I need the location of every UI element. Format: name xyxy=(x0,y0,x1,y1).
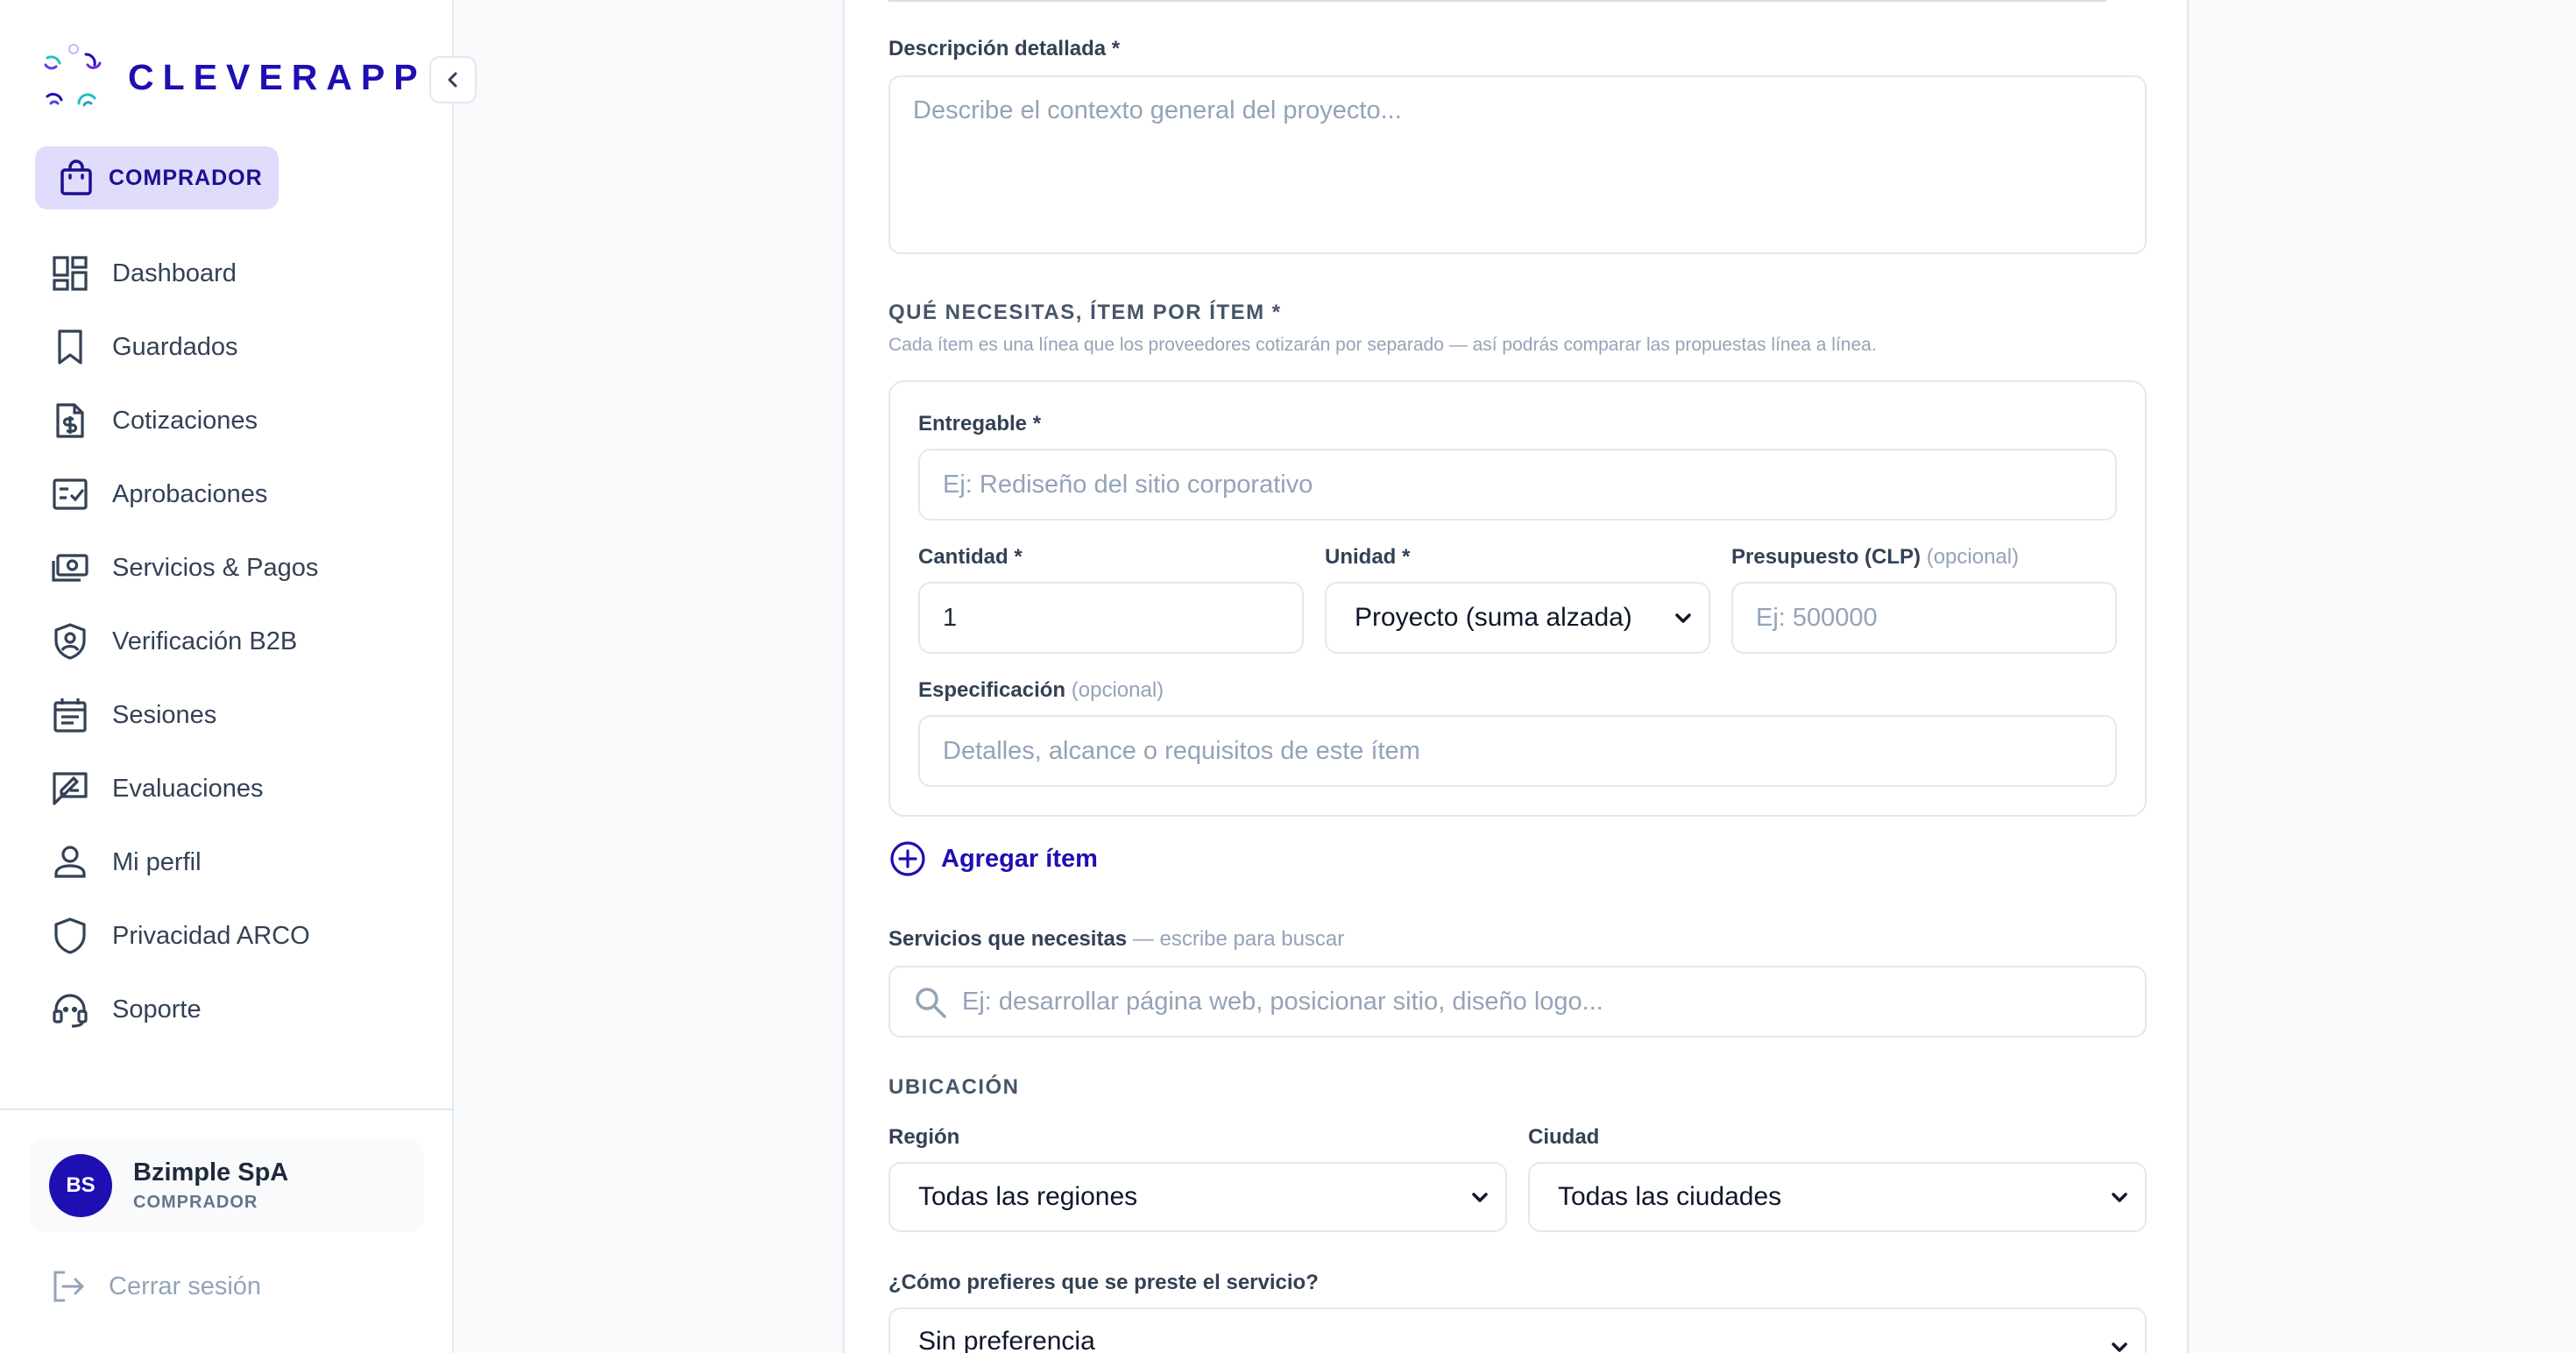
user-info: Bzimple SpA COMPRADOR xyxy=(133,1158,288,1213)
services-hint: — escribe para buscar xyxy=(1132,927,1345,951)
sidebar-item-label: Cotizaciones xyxy=(112,406,258,435)
services-label-text: Servicios que necesitas xyxy=(888,927,1128,951)
sidebar-item-aprobaciones[interactable]: Aprobaciones xyxy=(35,457,421,531)
logout-button[interactable]: Cerrar sesión xyxy=(51,1269,261,1304)
brand[interactable]: CLEVERAPP xyxy=(42,42,427,112)
sidebar-item-guardados[interactable]: Guardados xyxy=(35,310,421,384)
sidebar-item-label: Sesiones xyxy=(112,700,217,729)
user-name: Bzimple SpA xyxy=(133,1158,289,1187)
sidebar-divider xyxy=(0,1109,452,1110)
cleverapp-logo-icon xyxy=(44,44,102,107)
services-search xyxy=(888,966,2147,1038)
items-section-title: QUÉ NECESITAS, ÍTEM POR ÍTEM * xyxy=(888,301,1282,324)
location-section-title: UBICACIÓN xyxy=(888,1075,1020,1099)
sidebar-item-sesiones[interactable]: Sesiones xyxy=(35,678,421,752)
chevron-down-icon xyxy=(2112,1193,2127,1202)
sidebar-item-evaluaciones[interactable]: Evaluaciones xyxy=(35,752,421,825)
sidebar: CLEVERAPP COMPRADOR Dashboard Guardados xyxy=(0,0,454,1353)
search-icon xyxy=(916,988,946,1018)
sidebar-item-label: Mi perfil xyxy=(112,847,202,876)
brand-name: CLEVERAPP xyxy=(128,56,427,97)
sidebar-item-label: Servicios & Pagos xyxy=(112,553,319,582)
services-label: Servicios que necesitas — escribe para b… xyxy=(888,927,1344,952)
quantity-label: Cantidad * xyxy=(918,545,1023,569)
headset-icon xyxy=(53,994,88,1028)
quote-document-icon xyxy=(56,403,84,438)
user-role: COMPRADOR xyxy=(133,1193,258,1212)
description-label: Descripción detallada * xyxy=(888,37,1121,60)
description-textarea[interactable] xyxy=(888,75,2147,254)
region-select[interactable]: Todas las regiones xyxy=(888,1162,1507,1232)
sidebar-item-label: Aprobaciones xyxy=(112,479,268,508)
region-label: Región xyxy=(888,1125,960,1149)
logout-label: Cerrar sesión xyxy=(109,1272,262,1300)
dashboard-icon xyxy=(53,256,88,291)
sidebar-item-label: Evaluaciones xyxy=(112,774,264,803)
add-item-button[interactable]: Agregar ítem xyxy=(888,839,1098,878)
services-search-input[interactable] xyxy=(888,966,2147,1038)
city-select[interactable]: Todas las ciudades xyxy=(1528,1162,2147,1232)
bookmark-icon xyxy=(58,329,82,365)
sidebar-item-label: Dashboard xyxy=(112,259,237,287)
sidebar-item-label: Guardados xyxy=(112,332,238,361)
quantity-input[interactable] xyxy=(918,582,1304,654)
deliverable-label: Entregable * xyxy=(918,412,1042,436)
chevron-down-icon xyxy=(1472,1193,1488,1202)
spec-input[interactable] xyxy=(918,715,2117,787)
budget-label: Presupuesto (CLP) (opcional) xyxy=(1731,545,2019,570)
sidebar-item-soporte[interactable]: Soporte xyxy=(35,973,421,1046)
calendar-icon xyxy=(53,698,87,733)
items-section-subtitle: Cada ítem es una línea que los proveedor… xyxy=(888,335,1877,355)
chevron-left-icon xyxy=(448,72,457,88)
sidebar-nav: Dashboard Guardados Cotizaciones Aprobac… xyxy=(35,237,421,1046)
sidebar-item-label: Soporte xyxy=(112,995,202,1024)
unit-select[interactable]: Proyecto (suma alzada) xyxy=(1325,582,1710,654)
unit-select-value: Proyecto (suma alzada) xyxy=(1355,603,1632,632)
project-form-card: Descripción detallada * QUÉ NECESITAS, Í… xyxy=(843,0,2189,1353)
sidebar-item-servicios-pagos[interactable]: Servicios & Pagos xyxy=(35,531,421,605)
chevron-down-icon xyxy=(1675,613,1691,623)
city-label: Ciudad xyxy=(1528,1125,1600,1149)
budget-input[interactable] xyxy=(1731,582,2117,654)
deliverable-input[interactable] xyxy=(918,449,2117,521)
budget-optional-tag: (opcional) xyxy=(1926,545,2020,569)
delivery-preference-value: Sin preferencia xyxy=(918,1327,1095,1353)
add-item-label: Agregar ítem xyxy=(941,844,1098,873)
sidebar-item-privacidad[interactable]: Privacidad ARCO xyxy=(35,899,421,973)
collapse-sidebar-button[interactable] xyxy=(429,56,477,103)
shield-user-icon xyxy=(54,623,86,660)
sidebar-item-cotizaciones[interactable]: Cotizaciones xyxy=(35,384,421,457)
plus-circle-icon xyxy=(890,841,925,876)
shopping-bag-icon xyxy=(60,159,92,195)
spec-label: Especificación (opcional) xyxy=(918,678,1164,703)
checklist-icon xyxy=(53,478,88,510)
role-badge-label: COMPRADOR xyxy=(109,165,263,190)
sidebar-item-verificacion[interactable]: Verificación B2B xyxy=(35,605,421,678)
spec-label-text: Especificación xyxy=(918,678,1066,702)
card-top-divider xyxy=(888,0,2106,2)
budget-label-text: Presupuesto (CLP) xyxy=(1731,545,1921,569)
sidebar-item-dashboard[interactable]: Dashboard xyxy=(35,237,421,310)
region-select-value: Todas las regiones xyxy=(918,1182,1138,1211)
role-badge[interactable]: COMPRADOR xyxy=(35,146,279,209)
review-icon xyxy=(53,772,88,805)
user-icon xyxy=(54,846,86,878)
sidebar-item-mi-perfil[interactable]: Mi perfil xyxy=(35,825,421,899)
unit-label: Unidad * xyxy=(1325,545,1411,569)
chevron-down-icon xyxy=(2112,1342,2127,1352)
sidebar-item-label: Verificación B2B xyxy=(112,627,298,655)
payments-icon xyxy=(52,554,88,582)
logout-icon xyxy=(53,1271,84,1302)
user-card[interactable]: BS Bzimple SpA COMPRADOR xyxy=(30,1139,424,1232)
spec-optional-tag: (opcional) xyxy=(1071,678,1164,702)
delivery-preference-label: ¿Cómo prefieres que se preste el servici… xyxy=(888,1271,1319,1294)
delivery-preference-select[interactable]: Sin preferencia xyxy=(888,1307,2147,1353)
avatar: BS xyxy=(49,1154,112,1217)
sidebar-item-label: Privacidad ARCO xyxy=(112,921,310,950)
shield-icon xyxy=(54,917,86,954)
city-select-value: Todas las ciudades xyxy=(1558,1182,1782,1211)
